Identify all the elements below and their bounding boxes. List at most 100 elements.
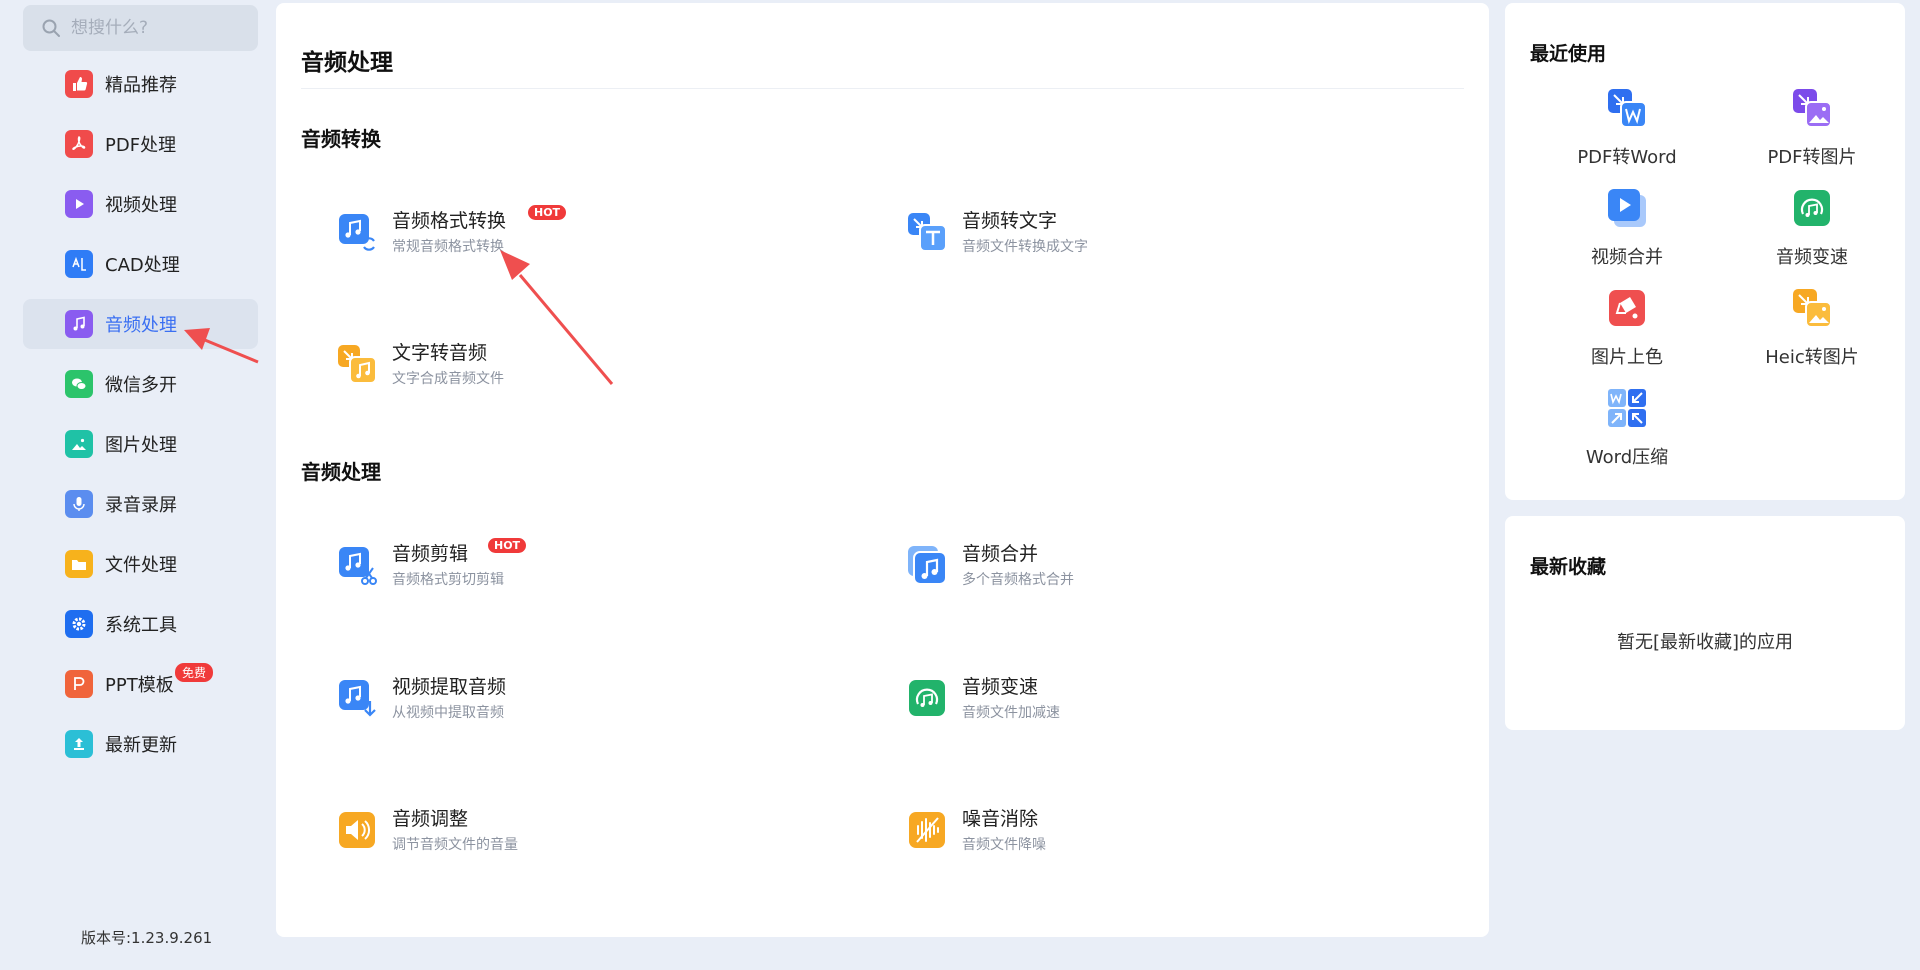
sidebar-item-ppt[interactable]: PPT模板 免费 [23, 659, 258, 709]
audio-to-text-icon [908, 213, 947, 252]
sidebar-item-label: 图片处理 [105, 435, 177, 456]
audio-speed-icon [1794, 190, 1830, 226]
tool-audio-merge[interactable]: 音频合并 多个音频格式合并 [906, 542, 1074, 589]
tool-name: 音频调整 [392, 808, 469, 830]
recent-label: PDF转图片 [1767, 147, 1857, 168]
folder-icon [65, 550, 93, 578]
title-divider [301, 88, 1464, 89]
sidebar-nav: 精品推荐 PDF处理 视频处理 CAD处理 音频处理 微信多开 图片处理 录音录… [23, 59, 258, 779]
recent-item-heic-to-image[interactable]: Heic转图片 [1732, 287, 1892, 369]
hot-badge: HOT [488, 538, 527, 553]
sidebar-item-system-tools[interactable]: 系统工具 [23, 599, 258, 649]
heic-to-image-icon [1793, 289, 1832, 328]
recent-label: 图片上色 [1591, 347, 1663, 368]
sidebar-item-label: 系统工具 [105, 615, 177, 636]
sidebar-item-label: 音频处理 [105, 315, 177, 336]
tool-desc: 文字合成音频文件 [392, 371, 504, 387]
gear-icon [65, 610, 93, 638]
recent-item-video-merge[interactable]: 视频合并 [1547, 187, 1707, 269]
tool-name: 噪音消除 [962, 808, 1039, 830]
favorites-empty-text: 暂无[最新收藏]的应用 [1616, 632, 1794, 653]
tool-name: 文字转音频 [392, 342, 488, 364]
section-title-audio-convert: 音频转换 [301, 127, 381, 151]
tool-desc: 常规音频格式转换 [392, 239, 504, 255]
tool-desc: 音频文件加减速 [962, 705, 1060, 721]
main-panel: 音频处理 音频转换 音频格式转换 常规音频格式转换 HOT 音频转文字 音频文件… [276, 3, 1489, 937]
image-icon [65, 430, 93, 458]
favorites-panel: 最新收藏 暂无[最新收藏]的应用 [1505, 516, 1905, 730]
sidebar-item-label: 精品推荐 [105, 75, 177, 96]
tool-audio-adjust[interactable]: 音频调整 调节音频文件的音量 [336, 807, 518, 854]
hot-badge: HOT [528, 205, 567, 220]
free-badge: 免费 [175, 663, 214, 682]
word-compress-icon [1608, 389, 1646, 427]
text-to-audio-icon [338, 345, 377, 384]
tool-text-to-audio[interactable]: 文字转音频 文字合成音频文件 [336, 341, 504, 388]
sidebar-item-wechat[interactable]: 微信多开 [23, 359, 258, 409]
section-title-audio-processing: 音频处理 [301, 460, 381, 484]
volume-icon [339, 812, 375, 848]
tool-name: 音频合并 [962, 543, 1039, 565]
recent-label: 音频变速 [1776, 247, 1848, 268]
search-input[interactable] [71, 18, 251, 38]
recent-label: PDF转Word [1577, 147, 1677, 168]
sidebar-item-label: 微信多开 [105, 375, 177, 396]
recent-item-pdf-to-word[interactable]: PDF转Word [1547, 87, 1707, 169]
tool-desc: 音频格式剪切剪辑 [392, 572, 504, 588]
sidebar-item-video[interactable]: 视频处理 [23, 179, 258, 229]
video-merge-icon [1608, 189, 1646, 227]
microphone-icon [65, 490, 93, 518]
wechat-icon [65, 370, 93, 398]
tool-name: 音频变速 [962, 676, 1039, 698]
tool-audio-to-text[interactable]: 音频转文字 音频文件转换成文字 [906, 209, 1088, 256]
recent-item-pdf-to-image[interactable]: PDF转图片 [1732, 87, 1892, 169]
sidebar-item-label: PDF处理 [105, 135, 177, 156]
recent-label: Word压缩 [1585, 447, 1669, 468]
page-title: 音频处理 [301, 50, 393, 76]
sidebar-item-pdf[interactable]: PDF处理 [23, 119, 258, 169]
sidebar-item-image[interactable]: 图片处理 [23, 419, 258, 469]
tool-desc: 音频文件降噪 [962, 837, 1046, 853]
ppt-icon [65, 670, 93, 698]
audio-cut-icon [339, 547, 377, 585]
recent-item-word-compress[interactable]: Word压缩 [1547, 387, 1707, 469]
recent-item-image-colorize[interactable]: 图片上色 [1547, 287, 1707, 369]
pdf-icon [65, 130, 93, 158]
version-text: 版本号:1.23.9.261 [81, 929, 213, 947]
sidebar-item-recommended[interactable]: 精品推荐 [23, 59, 258, 109]
thumbs-up-icon [65, 70, 93, 98]
audio-speed-icon [909, 680, 945, 716]
sidebar-item-label: PPT模板 [105, 675, 174, 696]
sidebar-item-label: CAD处理 [105, 255, 180, 276]
tool-audio-speed[interactable]: 音频变速 音频文件加减速 [906, 675, 1060, 722]
tool-desc: 调节音频文件的音量 [392, 837, 518, 853]
recent-label: Heic转图片 [1765, 347, 1859, 368]
pdf-to-word-icon [1608, 89, 1647, 128]
tool-desc: 从视频中提取音频 [392, 705, 504, 721]
tool-video-extract-audio[interactable]: 视频提取音频 从视频中提取音频 [336, 675, 506, 722]
recent-label: 视频合并 [1591, 247, 1663, 268]
search-box[interactable] [23, 5, 258, 51]
sidebar-item-audio[interactable]: 音频处理 [23, 299, 258, 349]
audio-merge-icon [908, 546, 947, 585]
tool-audio-format-convert[interactable]: 音频格式转换 常规音频格式转换 HOT [336, 205, 567, 256]
sidebar-item-label: 视频处理 [105, 195, 177, 216]
recent-item-audio-speed[interactable]: 音频变速 [1732, 187, 1892, 269]
tool-name: 音频转文字 [962, 210, 1058, 232]
sidebar-item-file[interactable]: 文件处理 [23, 539, 258, 589]
tool-name: 音频格式转换 [392, 210, 507, 232]
sidebar-item-label: 录音录屏 [105, 495, 177, 516]
sidebar-item-label: 最新更新 [105, 735, 177, 756]
favorites-title: 最新收藏 [1530, 556, 1607, 578]
noise-reduction-icon [909, 812, 945, 848]
tool-desc: 多个音频格式合并 [962, 572, 1074, 588]
tool-audio-cut[interactable]: 音频剪辑 音频格式剪切剪辑 HOT [336, 538, 527, 589]
recent-title: 最近使用 [1530, 43, 1607, 65]
sidebar-item-updates[interactable]: 最新更新 [23, 719, 258, 769]
sidebar-item-label: 文件处理 [105, 555, 177, 576]
play-icon [65, 190, 93, 218]
tool-noise-reduction[interactable]: 噪音消除 音频文件降噪 [906, 807, 1046, 854]
sidebar-item-recording[interactable]: 录音录屏 [23, 479, 258, 529]
tool-name: 视频提取音频 [392, 676, 507, 698]
sidebar-item-cad[interactable]: CAD处理 [23, 239, 258, 289]
